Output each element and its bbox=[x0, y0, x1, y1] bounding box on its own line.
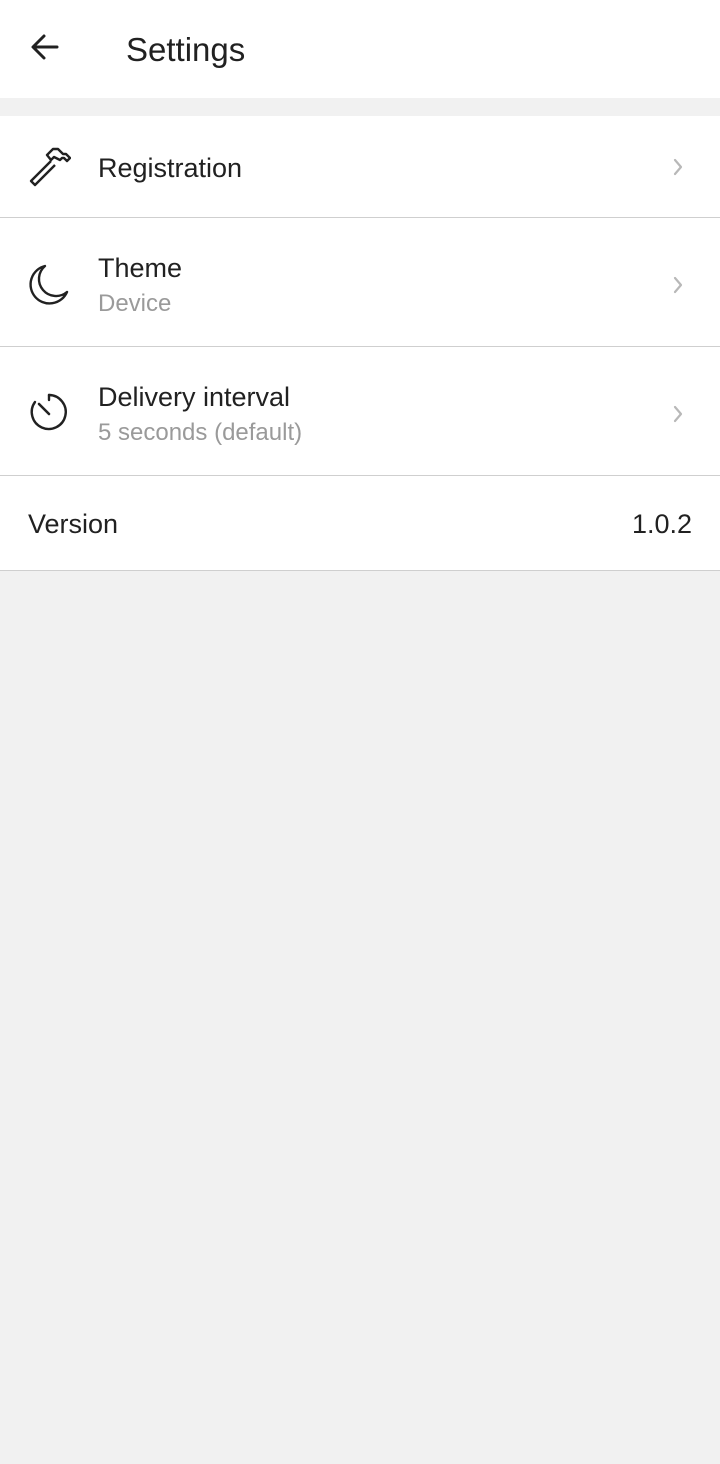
settings-list: Registration Theme Device Delivery inter… bbox=[0, 116, 720, 571]
theme-value: Device bbox=[98, 290, 172, 317]
back-button[interactable] bbox=[18, 22, 72, 76]
chevron-right-icon bbox=[670, 403, 686, 425]
page-title: Settings bbox=[126, 31, 246, 68]
chevron-right-icon bbox=[670, 274, 686, 296]
chevron-right-icon bbox=[670, 156, 686, 178]
timer-icon bbox=[27, 391, 71, 435]
moon-icon bbox=[27, 262, 71, 306]
registration-item[interactable]: Registration bbox=[0, 116, 720, 218]
delivery-interval-label: Delivery interval bbox=[98, 382, 291, 412]
theme-item[interactable]: Theme Device bbox=[0, 218, 720, 347]
app-bar: Settings bbox=[0, 0, 720, 98]
version-label: Version bbox=[28, 509, 119, 539]
theme-label: Theme bbox=[98, 253, 183, 283]
registration-label: Registration bbox=[98, 153, 243, 183]
delivery-interval-value: 5 seconds (default) bbox=[98, 419, 303, 446]
version-item: Version 1.0.2 bbox=[0, 476, 720, 571]
arrow-left-icon bbox=[29, 31, 61, 68]
delivery-interval-item[interactable]: Delivery interval 5 seconds (default) bbox=[0, 347, 720, 476]
hammer-icon bbox=[27, 145, 71, 189]
version-value: 1.0.2 bbox=[631, 509, 692, 539]
